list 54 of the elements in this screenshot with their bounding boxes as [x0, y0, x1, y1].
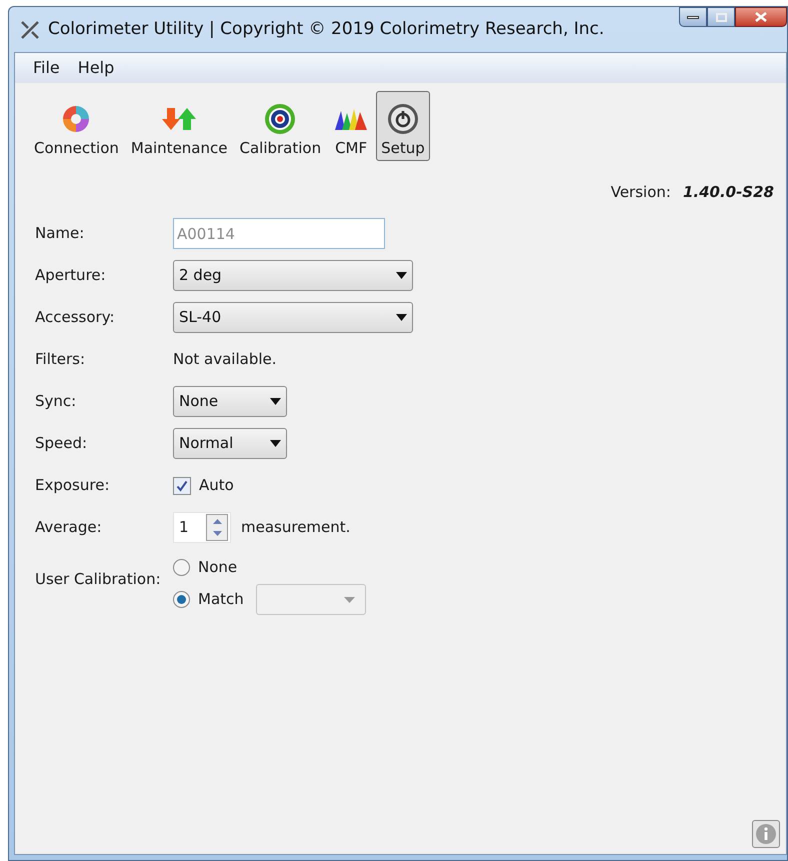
field-label: Accessory:: [35, 307, 116, 328]
caret-icon: [396, 314, 407, 321]
field-label: Sync:: [35, 391, 78, 412]
menu-item[interactable]: Help: [78, 56, 114, 80]
tools-icon: [20, 20, 40, 40]
up-down-arrows-icon: [161, 106, 198, 132]
checkbox-label: Auto: [199, 475, 234, 496]
spectrum-icon: [333, 107, 370, 131]
info-button[interactable]: [752, 820, 780, 848]
radio-button[interactable]: [173, 559, 190, 576]
unit-label: measurement.: [241, 517, 350, 538]
radio-label: Match: [198, 589, 244, 610]
checkbox[interactable]: [173, 476, 191, 494]
field-label: Average:: [35, 517, 103, 538]
field-label: Aperture:: [35, 265, 107, 286]
dropdown[interactable]: SL-40: [173, 302, 413, 333]
field-label: Speed:: [35, 433, 88, 454]
version-label: Version:: [610, 182, 671, 203]
check-icon: [176, 480, 188, 492]
maximize-button[interactable]: [707, 7, 735, 27]
close-button[interactable]: [735, 7, 787, 27]
toolbar-button[interactable]: Maintenance: [126, 91, 232, 161]
target-icon: [264, 103, 296, 135]
caret-icon: [270, 440, 281, 447]
radio-label: None: [198, 557, 238, 578]
caret-icon: [344, 596, 355, 602]
close-icon: [755, 12, 767, 22]
field-label: Exposure:: [35, 475, 110, 496]
toolbar-button[interactable]: Calibration: [234, 91, 326, 161]
caret-icon: [270, 398, 281, 405]
ring-icon: [61, 104, 92, 134]
field-label: Filters:: [35, 349, 86, 370]
dropdown[interactable]: None: [173, 386, 287, 417]
spin-buttons[interactable]: [206, 514, 228, 541]
window-title: Colorimeter Utility | Copyright © 2019 Colorimetry Research, Inc.: [48, 18, 604, 41]
spin-box[interactable]: 1: [173, 512, 231, 543]
toolbar-button[interactable]: Connection: [29, 91, 124, 161]
info-icon: [756, 824, 776, 844]
down-arrow-icon: [212, 531, 222, 536]
name-field[interactable]: A00114: [173, 218, 385, 249]
dial-icon: [386, 103, 419, 135]
filters-value: Not available.: [173, 349, 277, 370]
minimize-button[interactable]: [679, 7, 707, 27]
caret-icon: [396, 272, 407, 279]
radio-button[interactable]: [173, 591, 190, 608]
up-arrow-icon: [212, 518, 222, 524]
toolbar-button[interactable]: Setup: [376, 91, 430, 161]
toolbar-button[interactable]: CMF: [328, 91, 374, 161]
menu-item[interactable]: File: [33, 56, 60, 80]
dropdown[interactable]: Normal: [173, 428, 287, 459]
dropdown[interactable]: 2 deg: [173, 260, 413, 291]
field-label: User Calibration:: [35, 568, 162, 590]
field-label: Name:: [35, 223, 86, 244]
version-number: 1.40.0-S28: [682, 182, 774, 203]
